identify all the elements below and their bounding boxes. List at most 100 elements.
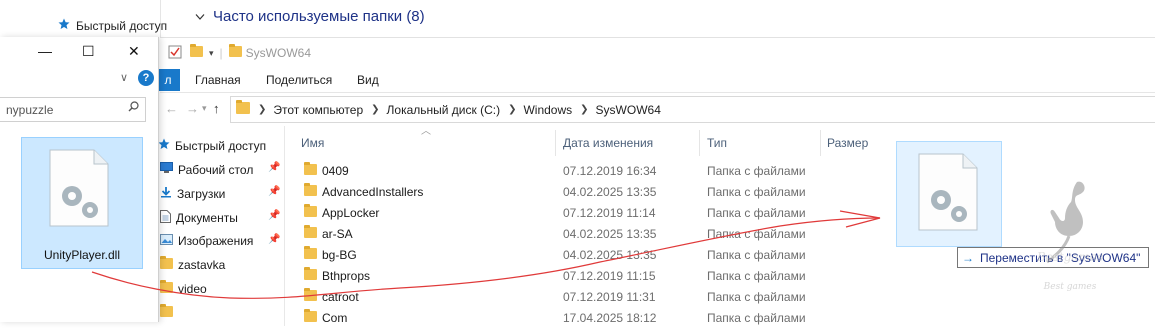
pin-icon[interactable]: 📌	[268, 162, 280, 173]
table-row[interactable]: catroot 07.12.2019 11:31 Папка с файлами	[284, 286, 844, 307]
navigation-pane: Быстрый доступ Рабочий стол 📌 Загрузки 📌…	[158, 126, 285, 326]
pictures-icon	[160, 234, 173, 248]
file-name: ar-SA	[322, 226, 353, 241]
file-type: Папка с файлами	[707, 163, 806, 178]
frequent-folders-group[interactable]: Часто используемые папки (8)	[195, 8, 425, 25]
folder-icon	[160, 304, 173, 320]
tab-home[interactable]: Главная	[195, 73, 241, 87]
nav-item-video[interactable]: video	[160, 280, 207, 296]
maximize-button[interactable]: ☐	[82, 43, 95, 60]
close-button[interactable]: ✕	[128, 43, 140, 60]
file-date: 04.02.2025 13:35	[563, 247, 657, 262]
search-box[interactable]	[0, 97, 146, 122]
nav-item-label: Загрузки	[177, 186, 226, 201]
nav-item-label: Документы	[176, 211, 238, 225]
sort-ascending-icon: ︿	[421, 126, 431, 137]
file-name: AdvancedInstallers	[322, 184, 424, 199]
column-divider[interactable]	[820, 130, 821, 156]
file-type: Папка с файлами	[707, 226, 806, 241]
file-item-selected[interactable]: UnityPlayer.dll	[21, 137, 143, 269]
breadcrumb-local-disk[interactable]: Локальный диск (C:)	[387, 103, 501, 117]
column-divider[interactable]	[699, 130, 700, 156]
column-type[interactable]: Тип	[707, 136, 727, 150]
table-row[interactable]: bg-BG 04.02.2025 13:35 Папка с файлами	[284, 244, 844, 265]
folder-icon	[304, 183, 317, 199]
customize-toolbar-icon[interactable]: ▾	[209, 48, 214, 59]
folder-icon	[304, 162, 317, 178]
file-date: 07.12.2019 11:31	[563, 289, 656, 304]
folder-icon	[304, 288, 317, 304]
background-quick-access-label: Быстрый доступ	[76, 18, 168, 33]
dll-file-icon	[918, 153, 978, 231]
new-folder-icon[interactable]	[190, 44, 203, 60]
chevron-down-icon	[195, 8, 205, 25]
file-name: catroot	[322, 289, 359, 304]
table-row[interactable]: AdvancedInstallers 04.02.2025 13:35 Папк…	[284, 181, 844, 202]
file-name: bg-BG	[322, 247, 357, 262]
watermark-subtext: Best games	[1043, 282, 1097, 292]
file-type: Папка с файлами	[707, 289, 806, 304]
nav-item-zastavka[interactable]: zastavka	[160, 256, 226, 272]
nav-item-documents[interactable]: Документы 📌	[160, 210, 280, 226]
file-name: 0409	[322, 163, 349, 178]
tab-file[interactable]: л	[156, 69, 180, 91]
folder-icon	[304, 267, 317, 283]
pin-icon[interactable]: 📌	[268, 186, 280, 197]
properties-icon[interactable]	[168, 45, 182, 62]
recent-locations-chevron-icon[interactable]: ▾	[202, 103, 207, 114]
breadcrumb: ❯ Этот компьютер ❯ Локальный диск (C:) ❯ Wi…	[258, 102, 661, 117]
breadcrumb-syswow64[interactable]: SysWOW64	[596, 103, 661, 117]
nav-item-quick-access[interactable]: Быстрый доступ	[158, 138, 266, 153]
minimize-button[interactable]: —	[38, 43, 52, 59]
nav-item-label: Изображения	[178, 234, 254, 248]
file-date: 04.02.2025 13:35	[563, 184, 657, 199]
help-button[interactable]: ?	[138, 70, 154, 86]
desktop-icon	[160, 162, 173, 177]
documents-icon	[160, 210, 171, 226]
star-icon	[58, 18, 70, 33]
file-type: Папка с файлами	[707, 268, 806, 283]
explorer-window-syswow64: ▾ | SysWOW64 л Главная Поделиться Вид ← …	[156, 37, 1155, 326]
folder-icon	[160, 280, 173, 296]
address-folder-icon	[236, 100, 250, 117]
frequent-folders-header: Часто используемые папки (8)	[213, 8, 425, 25]
dll-file-icon	[49, 149, 109, 227]
up-arrow-icon[interactable]: ↑	[213, 101, 220, 116]
star-icon	[158, 138, 170, 153]
table-row[interactable]: ar-SA 04.02.2025 13:35 Папка с файлами	[284, 223, 844, 244]
nav-item-label: zastavka	[178, 258, 226, 272]
nav-item-desktop[interactable]: Рабочий стол 📌	[160, 162, 280, 177]
pin-icon[interactable]: 📌	[268, 210, 280, 221]
column-date[interactable]: Дата изменения	[563, 136, 653, 150]
table-row[interactable]: Bthprops 07.12.2019 11:15 Папка с файлам…	[284, 265, 844, 286]
table-row[interactable]: AppLocker 07.12.2019 11:14 Папка с файла…	[284, 202, 844, 223]
file-date: 07.12.2019 11:14	[563, 205, 656, 220]
breadcrumb-this-pc[interactable]: Этот компьютер	[273, 103, 363, 117]
file-date: 17.04.2025 18:12	[563, 310, 657, 325]
tab-share[interactable]: Поделиться	[266, 73, 332, 87]
table-row[interactable]: 0409 07.12.2019 16:34 Папка с файлами	[284, 160, 844, 181]
background-quick-access[interactable]: Быстрый доступ	[58, 18, 167, 33]
tab-view[interactable]: Вид	[357, 73, 379, 87]
window-title: SysWOW64	[245, 46, 311, 60]
breadcrumb-windows[interactable]: Windows	[523, 103, 572, 117]
file-item-name: UnityPlayer.dll	[43, 248, 121, 262]
column-name[interactable]: Имя	[301, 136, 324, 150]
column-size[interactable]: Размер	[827, 136, 868, 150]
nav-item-pictures[interactable]: Изображения 📌	[160, 234, 280, 248]
column-headers: ︿ Имя Дата изменения Тип Размер	[284, 126, 1155, 158]
pin-icon[interactable]: 📌	[268, 234, 280, 245]
nav-item-downloads[interactable]: Загрузки 📌	[160, 186, 280, 201]
search-input[interactable]	[4, 101, 123, 118]
search-icon[interactable]	[128, 101, 139, 115]
forward-arrow-icon[interactable]: →	[186, 101, 199, 116]
nav-item-partial[interactable]	[160, 304, 173, 320]
file-name: AppLocker	[322, 205, 380, 220]
expand-ribbon-chevron-icon[interactable]: ∨	[120, 71, 128, 84]
back-arrow-icon[interactable]: ←	[165, 101, 178, 116]
column-divider[interactable]	[555, 130, 556, 156]
folder-icon	[160, 256, 173, 272]
table-row[interactable]: Com 17.04.2025 18:12 Папка с файлами	[284, 307, 844, 328]
address-bar[interactable]: ❯ Этот компьютер ❯ Локальный диск (C:) ❯ Wi…	[230, 96, 1155, 123]
watermark-logo: Bestgames Best games	[1025, 178, 1115, 298]
